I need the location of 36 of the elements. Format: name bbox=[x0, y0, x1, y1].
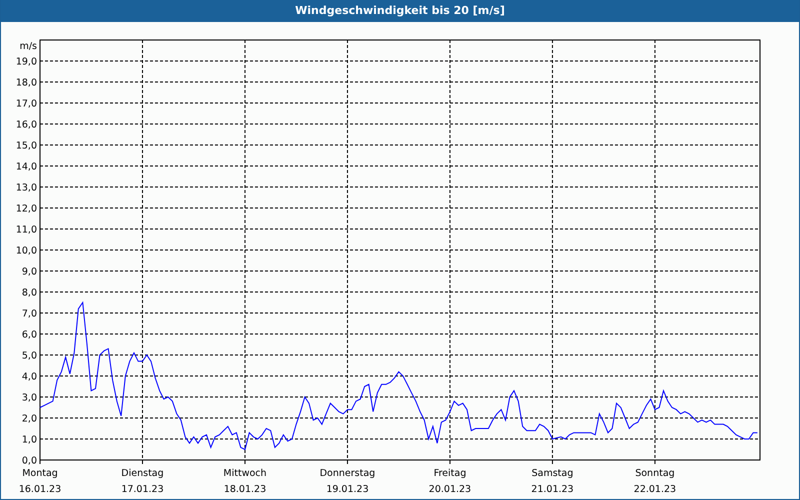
y-tick-label: 15,0 bbox=[16, 140, 37, 152]
date-label: 21.01.23 bbox=[531, 484, 574, 495]
y-tick-label: 5,0 bbox=[22, 350, 37, 362]
date-label: 16.01.23 bbox=[18, 484, 62, 495]
y-tick-label: 17,0 bbox=[16, 98, 37, 110]
y-tick-label: 10,0 bbox=[16, 246, 37, 256]
y-tick-label: 7,0 bbox=[22, 308, 37, 320]
y-tick-label: 18,0 bbox=[16, 78, 37, 88]
y-tick-label: 19,0 bbox=[16, 56, 37, 68]
y-tick-label: 14,0 bbox=[16, 162, 37, 172]
date-label: 17.01.23 bbox=[121, 484, 164, 495]
y-tick-label: 3,0 bbox=[22, 392, 37, 404]
y-tick-label: 11,0 bbox=[16, 224, 37, 236]
y-tick-label: 4,0 bbox=[22, 372, 37, 382]
day-label: Montag bbox=[22, 468, 58, 479]
y-tick-label: 0,0 bbox=[22, 456, 37, 466]
y-tick-label: 9,0 bbox=[22, 266, 37, 278]
y-tick-label: 16,0 bbox=[16, 120, 37, 130]
window-title: Windgeschwindigkeit bis 20 [m/s] bbox=[1, 0, 799, 22]
date-label: 20.01.23 bbox=[428, 484, 472, 495]
y-tick-label: 2,0 bbox=[22, 414, 37, 424]
y-tick-label: 13,0 bbox=[16, 182, 37, 194]
day-label: Sonntag bbox=[635, 468, 675, 479]
date-label: 22.01.23 bbox=[634, 484, 676, 495]
day-label: Dienstag bbox=[121, 468, 164, 479]
day-label: Mittwoch bbox=[223, 468, 267, 479]
day-label: Donnerstag bbox=[320, 468, 376, 479]
day-label: Samstag bbox=[532, 468, 574, 479]
y-tick-label: 6,0 bbox=[22, 330, 37, 340]
y-tick-label: 8,0 bbox=[22, 288, 37, 298]
y-tick-label: 1,0 bbox=[22, 434, 37, 446]
y-axis-unit: m/s bbox=[20, 41, 37, 52]
y-tick-label: 12,0 bbox=[16, 204, 37, 214]
date-label: 18.01.23 bbox=[224, 484, 266, 495]
date-label: 19.01.23 bbox=[326, 484, 369, 495]
day-label: Freitag bbox=[434, 468, 466, 479]
